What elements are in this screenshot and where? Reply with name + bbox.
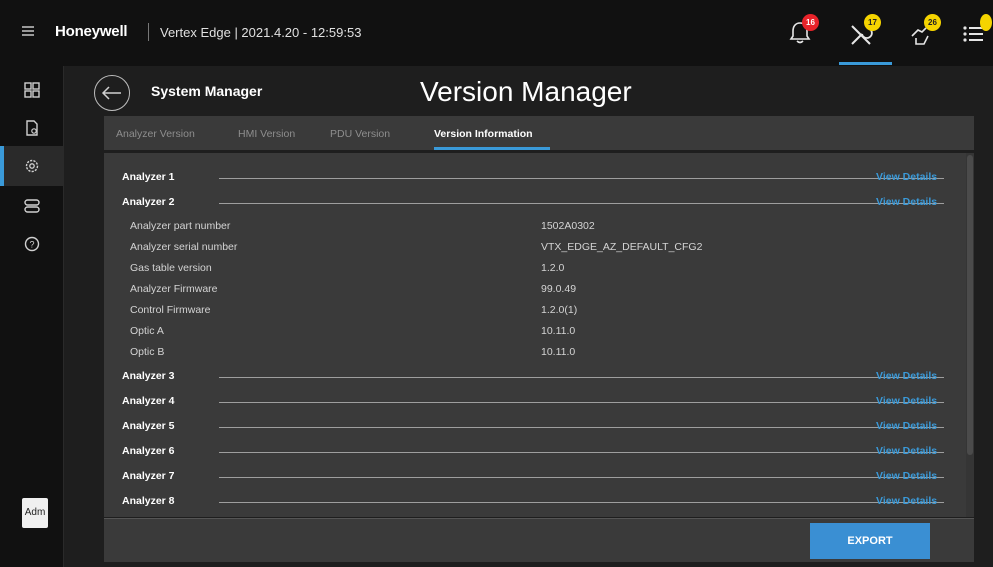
top-bar: Honeywell Vertex Edge | 2021.4.20 - 12:5… (0, 0, 993, 66)
analyzer-label: Analyzer 4 (122, 395, 175, 407)
sidebar-item-documents[interactable] (0, 108, 64, 148)
active-indicator (839, 62, 892, 65)
detail-key: Optic B (130, 346, 165, 358)
view-details-link[interactable]: View Details (876, 470, 937, 482)
detail-value: 1.2.0(1) (541, 304, 578, 316)
analyzer-row: Analyzer 3 View Details (104, 368, 966, 386)
divider-line (219, 502, 944, 503)
help-icon: ? (24, 236, 40, 252)
sidebar-item-configuration[interactable] (0, 186, 64, 226)
actions-button[interactable]: 26 (906, 14, 942, 54)
detail-row: Analyzer part number 1502A0302 (130, 220, 830, 236)
arrow-left-icon (101, 86, 121, 100)
hamburger-menu-icon[interactable] (22, 26, 34, 36)
tab-analyzer-version[interactable]: Analyzer Version (116, 128, 195, 140)
detail-row: Control Firmware 1.2.0(1) (130, 304, 830, 320)
document-icon (26, 120, 38, 136)
detail-value: VTX_EDGE_AZ_DEFAULT_CFG2 (541, 241, 703, 253)
detail-row: Optic A 10.11.0 (130, 325, 830, 341)
maintenance-button[interactable]: 17 (846, 14, 882, 54)
tab-pdu-version[interactable]: PDU Version (330, 128, 390, 140)
detail-key: Gas table version (130, 262, 212, 274)
view-details-link[interactable]: View Details (876, 171, 937, 183)
export-button[interactable]: EXPORT (810, 523, 930, 559)
back-button[interactable] (94, 75, 130, 111)
svg-text:?: ? (29, 240, 34, 250)
analyzer-row: Analyzer 1 View Details (104, 169, 966, 187)
analyzer-row: Analyzer 8 View Details (104, 493, 966, 511)
analyzer-row: Analyzer 2 View Details (104, 194, 966, 212)
view-details-link[interactable]: View Details (876, 395, 937, 407)
divider-line (219, 203, 944, 204)
sidebar-item-dashboard[interactable] (0, 70, 64, 110)
user-avatar[interactable]: Adm (22, 498, 48, 528)
view-details-link[interactable]: View Details (876, 445, 937, 457)
detail-value: 99.0.49 (541, 283, 577, 295)
maintenance-count-badge: 17 (864, 14, 881, 31)
divider (148, 23, 149, 41)
view-details-link[interactable]: View Details (876, 370, 937, 382)
detail-row: Analyzer Firmware 99.0.49 (130, 283, 830, 299)
analyzer-label: Analyzer 1 (122, 171, 175, 183)
notifications-button[interactable]: 16 (786, 14, 822, 54)
detail-value: 10.11.0 (541, 346, 576, 358)
page-title: Version Manager (420, 76, 632, 107)
analyzer-label: Analyzer 5 (122, 420, 175, 432)
detail-value: 1.2.0 (541, 262, 565, 274)
section-title: System Manager (151, 83, 263, 99)
analyzer-row: Analyzer 7 View Details (104, 468, 966, 486)
toggle-icon (24, 199, 40, 213)
divider-line (219, 452, 944, 453)
brand-logo: Honeywell (55, 23, 128, 40)
gear-icon (25, 159, 39, 173)
detail-row: Optic B 10.11.0 (130, 346, 830, 362)
divider-line (219, 427, 944, 428)
divider-line (219, 377, 944, 378)
divider-line (219, 477, 944, 478)
tab-version-information[interactable]: Version Information (434, 128, 533, 140)
analyzer-label: Analyzer 6 (122, 445, 175, 457)
notification-count-badge: 16 (802, 14, 819, 31)
active-tab-indicator (434, 147, 550, 150)
scrollbar-thumb[interactable] (967, 155, 973, 455)
analyzer-label: Analyzer 8 (122, 495, 175, 507)
analyzer-row: Analyzer 4 View Details (104, 393, 966, 411)
left-sidebar: ? Adm (0, 66, 64, 567)
analyzer-label: Analyzer 3 (122, 370, 175, 382)
actions-count-badge: 26 (924, 14, 941, 31)
event-list-button[interactable] (958, 14, 993, 54)
detail-key: Analyzer Firmware (130, 283, 218, 295)
dashboard-grid-icon (24, 82, 40, 98)
tab-hmi-version[interactable]: HMI Version (238, 128, 295, 140)
event-count-badge (980, 14, 992, 31)
analyzer-label: Analyzer 2 (122, 196, 175, 208)
divider-line (219, 178, 944, 179)
sidebar-item-settings[interactable] (0, 146, 64, 186)
detail-value: 10.11.0 (541, 325, 576, 337)
view-details-link[interactable]: View Details (876, 196, 937, 208)
detail-key: Control Firmware (130, 304, 211, 316)
analyzer-row: Analyzer 5 View Details (104, 418, 966, 436)
view-details-link[interactable]: View Details (876, 420, 937, 432)
detail-key: Analyzer serial number (130, 241, 238, 253)
analyzer-label: Analyzer 7 (122, 470, 175, 482)
detail-row: Analyzer serial number VTX_EDGE_AZ_DEFAU… (130, 241, 830, 257)
detail-row: Gas table version 1.2.0 (130, 262, 830, 278)
view-details-link[interactable]: View Details (876, 495, 937, 507)
detail-value: 1502A0302 (541, 220, 595, 232)
tab-bar: Analyzer Version HMI Version PDU Version… (104, 116, 974, 150)
app-title: Vertex Edge | 2021.4.20 - 12:59:53 (160, 25, 362, 40)
detail-key: Analyzer part number (130, 220, 231, 232)
detail-key: Optic A (130, 325, 164, 337)
analyzer-row: Analyzer 6 View Details (104, 443, 966, 461)
divider-line (219, 402, 944, 403)
sidebar-item-help[interactable]: ? (0, 224, 64, 264)
